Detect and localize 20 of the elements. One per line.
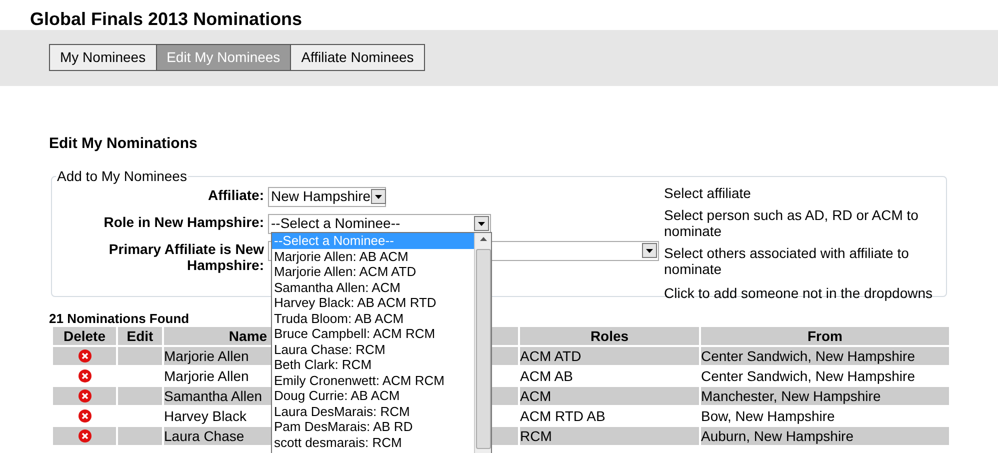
table-cell: ACM [520,386,699,404]
results-count: 21 Nominations Found [49,310,190,326]
column-header: Edit [118,326,162,344]
column-header: Roles [520,326,699,344]
help-text: Select others associated with affiliate to nominate [664,244,910,276]
help-text: Select person such as AD, RD or ACM to nominate [664,206,920,238]
field-label: Affiliate: [207,186,265,202]
page-title: Global Finals 2013 Nominations [29,8,304,30]
table-cell: Manchester, New Hampshire [701,386,949,404]
table-cell: Auburn, New Hampshire [701,426,949,444]
field-label: Role in New Hampshire: [102,214,265,230]
table-cell: ACM ATD [520,346,699,364]
column-header: From [701,326,949,344]
field-label: Primary Affiliate is New Hampshire: [108,240,265,272]
table-cell: Center Sandwich, New Hampshire [701,346,949,364]
column-header: Delete [53,326,116,344]
section-title: Edit My Nominations [49,134,198,154]
table-cell: RCM [520,426,699,444]
help-text: Select affiliate [664,184,752,200]
form-legend: Add to My Nominees [56,166,188,186]
